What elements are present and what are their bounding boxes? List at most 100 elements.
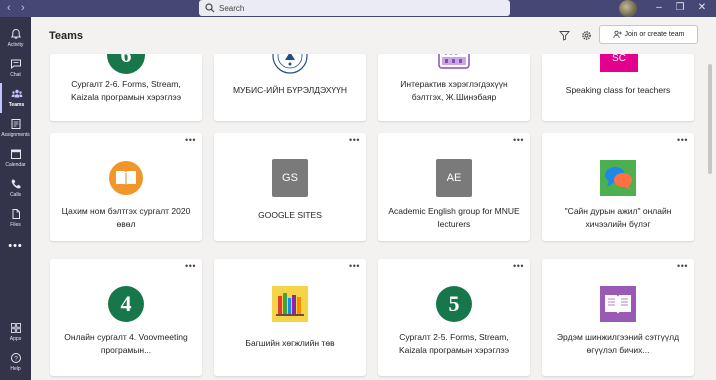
rail-item-calendar[interactable]: Calendar [0, 143, 31, 173]
minimize-icon[interactable]: – [652, 1, 666, 15]
chat-bubbles-icon [600, 160, 636, 196]
search-input[interactable] [219, 3, 479, 13]
restore-icon[interactable]: ❐ [673, 1, 687, 15]
help-icon: ? [10, 353, 21, 363]
back-arrow-icon[interactable]: ‹ [7, 2, 11, 14]
apps-icon [10, 323, 21, 333]
team-card[interactable]: МУБИС-ИЙН БҮРЭЛДЭХҮҮН [214, 54, 366, 121]
team-name: Интерактив хэрэглэгдэхүүн бэлтгэх, Ж.Шин… [400, 79, 508, 102]
team-card[interactable]: ••• Эрдэм шинжилгээний сэтгүүлд өгүүлэл … [542, 259, 694, 376]
team-logo [272, 286, 308, 322]
team-card[interactable]: ••• AE Academic English group for MNUE l… [378, 133, 530, 241]
team-name: Сургалт 2-5. Forms, Stream, Kaizala прог… [398, 332, 510, 355]
assignments-icon [11, 119, 20, 129]
team-logo: GS [272, 159, 308, 197]
calendar-icon [10, 149, 21, 159]
rail-label-help: Help [10, 366, 21, 372]
team-card[interactable]: ••• 5 Сургалт 2-5. Forms, Stream, Kaizal… [378, 259, 530, 376]
rail-label-activity: Activity [7, 42, 24, 48]
more-options-icon[interactable]: ••• [677, 136, 688, 145]
file-icon [12, 209, 20, 219]
rail-label-calendar: Calendar [5, 162, 26, 168]
team-card[interactable]: SC Speaking class for teachers [542, 54, 694, 121]
team-card[interactable]: ••• GS GOOGLE SITES [214, 133, 366, 241]
team-card[interactable]: ••• Цахим ном бэлтгэх сургалт 2020 өвөл [50, 133, 202, 241]
more-options-icon[interactable]: ••• [513, 262, 524, 271]
page-title: Teams [49, 30, 84, 42]
team-logo [600, 286, 636, 322]
search-box[interactable] [199, 0, 510, 16]
more-options-icon[interactable]: ••• [185, 262, 196, 271]
team-logo [108, 160, 144, 196]
team-logo: 4 [108, 286, 144, 322]
rail-item-assignments[interactable]: Assignments [0, 113, 31, 143]
gear-icon[interactable] [581, 30, 592, 41]
more-options-icon[interactable]: ••• [513, 136, 524, 145]
rail-item-teams[interactable]: Teams [0, 83, 31, 113]
team-card[interactable]: ••• Багшийн хөгжлийн төв [214, 259, 366, 376]
team-card[interactable]: Интерактив хэрэглэгдэхүүн бэлтгэх, Ж.Шин… [378, 54, 530, 121]
open-book-icon [109, 161, 143, 195]
team-logo [600, 160, 636, 196]
abacus-icon [438, 54, 470, 69]
rail-label-teams: Teams [8, 102, 25, 108]
team-logo: 5 [436, 286, 472, 322]
join-button-label: Join or create team [624, 31, 685, 38]
number-6-badge: 6 [107, 54, 145, 74]
more-options-icon[interactable]: ••• [677, 262, 688, 271]
number-4-badge: 4 [108, 286, 144, 322]
team-card[interactable]: ••• 4 Онлайн сургалт 4. Voovmeeting прог… [50, 259, 202, 376]
rail-item-apps[interactable]: Apps [0, 317, 31, 347]
search-icon [205, 3, 215, 13]
bell-icon [10, 28, 21, 39]
team-card[interactable]: ••• "Сайн дурын ажил" онлайн хичээлийн б… [542, 133, 694, 241]
reading-book-icon [600, 286, 636, 322]
rail-label-calls: Calls [9, 192, 22, 198]
team-name: Speaking class for teachers [565, 85, 671, 95]
join-or-create-team-button[interactable]: Join or create team [599, 25, 698, 44]
chat-icon [10, 59, 21, 70]
svg-text:?: ? [14, 355, 18, 362]
university-seal-icon [272, 54, 308, 74]
more-options-icon[interactable]: ••• [349, 136, 360, 145]
team-name: Эрдэм шинжилгээний сэтгүүлд өгүүлэл бичи… [556, 332, 680, 355]
number-5-badge: 5 [436, 286, 472, 322]
team-name: Багшийн хөгжлийн төв [245, 338, 335, 348]
rail-label-chat: Chat [10, 72, 21, 78]
more-options-icon[interactable]: ••• [349, 262, 360, 271]
rail-item-chat[interactable]: Chat [0, 53, 31, 83]
scrollbar[interactable] [708, 54, 713, 376]
phone-icon [11, 179, 21, 189]
rail-item-help[interactable]: ? Help [0, 347, 31, 377]
team-name: Academic English group for MNUE lecturer… [388, 206, 520, 229]
rail-item-files[interactable]: Files [0, 203, 31, 233]
rail-item-activity[interactable]: Activity [0, 23, 31, 53]
team-name: МУБИС-ИЙН БҮРЭЛДЭХҮҮН [232, 85, 348, 95]
team-initials: AE [436, 159, 472, 197]
teams-header: Teams Join or create team [31, 17, 716, 54]
team-card[interactable]: 6 Сургалт 2-6. Forms, Stream, Kaizala пр… [50, 54, 202, 121]
rail-label-assignments: Assignments [1, 132, 30, 138]
avatar[interactable] [619, 0, 637, 17]
rail-label-apps: Apps [9, 336, 22, 342]
team-initials: SC [600, 54, 638, 72]
app-bar: Activity Chat Teams Assignments Calendar… [0, 17, 31, 380]
scroll-thumb[interactable] [708, 64, 712, 174]
more-options-icon[interactable]: ••• [185, 136, 196, 145]
forward-arrow-icon[interactable]: › [21, 2, 25, 14]
team-name: "Сайн дурын ажил" онлайн хичээлийн бүлэг [564, 206, 672, 229]
join-team-icon [612, 30, 622, 39]
title-bar: ‹ › – ❐ ✕ [0, 0, 716, 17]
rail-label-files: Files [10, 222, 21, 228]
teams-icon [11, 89, 22, 98]
team-name: Сургалт 2-6. Forms, Stream, Kaizala прог… [70, 79, 182, 102]
team-logo: AE [436, 159, 472, 197]
rail-item-calls[interactable]: Calls [0, 173, 31, 203]
team-name: Цахим ном бэлтгэх сургалт 2020 өвөл [61, 206, 191, 229]
close-icon[interactable]: ✕ [695, 1, 709, 15]
team-name: GOOGLE SITES [258, 210, 322, 220]
bookshelf-icon [272, 286, 308, 322]
filter-icon[interactable] [559, 30, 570, 41]
more-apps-icon[interactable]: ••• [0, 240, 31, 252]
team-initials: GS [272, 159, 308, 197]
